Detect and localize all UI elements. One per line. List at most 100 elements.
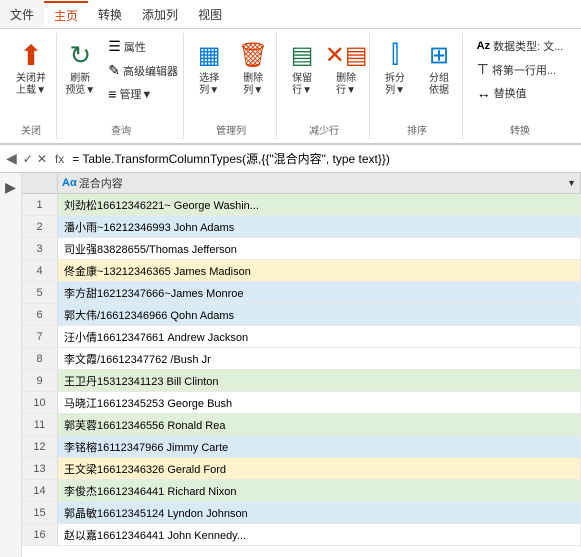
- cell-value[interactable]: 司业强83828655/Thomas Jefferson: [58, 238, 581, 259]
- cell-value[interactable]: 郭晶敏16612345124 Lyndon Johnson: [58, 502, 581, 523]
- tab-transform[interactable]: 转换: [88, 0, 132, 28]
- table-row[interactable]: 3 司业强83828655/Thomas Jefferson: [22, 238, 581, 260]
- ribbon-tab-bar: 文件 主页 转换 添加列 视图: [0, 0, 581, 29]
- row-number: 9: [22, 370, 58, 391]
- row-number: 16: [22, 524, 58, 545]
- table-row[interactable]: 7 汪小倩16612347661 Andrew Jackson: [22, 326, 581, 348]
- row-number: 1: [22, 194, 58, 215]
- table-row[interactable]: 4 佟金康~13212346365 James Madison: [22, 260, 581, 282]
- close-upload-button[interactable]: ⬆ 关闭并上载▼: [10, 35, 52, 101]
- main-area: ▶ Aα 混合内容 ▼ 1 刘劲松16612346221~ George Was…: [0, 173, 581, 557]
- delete-cols-button[interactable]: 🗑 删除列▼: [232, 35, 274, 101]
- table-row[interactable]: 15 郭晶敏16612345124 Lyndon Johnson: [22, 502, 581, 524]
- tab-file[interactable]: 文件: [0, 0, 44, 28]
- transform-label: 转换: [465, 120, 575, 137]
- cell-value[interactable]: 佟金康~13212346365 James Madison: [58, 260, 581, 281]
- row-number: 2: [22, 216, 58, 237]
- replace-icon: ↔: [477, 85, 491, 101]
- cell-value[interactable]: 刘劲松16612346221~ George Washin...: [58, 194, 581, 215]
- column-dropdown-icon[interactable]: ▼: [567, 178, 576, 188]
- transform-small-btns: Az 数据类型: 文... ⊤ 将第一行用... ↔ 替换值: [472, 35, 569, 120]
- row-number: 5: [22, 282, 58, 303]
- column-name: 混合内容: [79, 175, 123, 191]
- sort-label: 排序: [372, 120, 462, 137]
- close-upload-icon: ⬆: [15, 39, 47, 71]
- cell-value[interactable]: 李俊杰16612346441 Richard Nixon: [58, 480, 581, 501]
- keep-rows-button[interactable]: ▤ 保留行▼: [281, 35, 323, 101]
- row-number: 8: [22, 348, 58, 369]
- data-type-label: 数据类型: 文...: [493, 38, 563, 54]
- cell-value[interactable]: 李方甜16212347666~James Monroe: [58, 282, 581, 303]
- keep-rows-label: 保留行▼: [292, 73, 312, 97]
- properties-button[interactable]: ☰ 属性: [103, 35, 183, 58]
- table-row[interactable]: 8 李文霞/16612347762 /Bush Jr: [22, 348, 581, 370]
- manage-cols-label: 管理列: [186, 120, 276, 137]
- select-cols-label: 选择列▼: [199, 73, 219, 97]
- group-by-button[interactable]: ⊞ 分组依据: [418, 35, 460, 101]
- tab-view[interactable]: 视图: [188, 0, 232, 28]
- cell-value[interactable]: 马晓江16612345253 George Bush: [58, 392, 581, 413]
- advanced-editor-button[interactable]: ✎ 高级编辑器: [103, 59, 183, 82]
- formula-cancel-button[interactable]: ✕: [37, 152, 47, 166]
- ribbon-group-close: ⬆ 关闭并上载▼ 关闭: [6, 33, 57, 139]
- nav-expand-icon[interactable]: ▶: [3, 177, 18, 198]
- refresh-preview-button[interactable]: ↻ 刷新预览▼: [59, 35, 101, 101]
- row-number: 6: [22, 304, 58, 325]
- first-row-button[interactable]: ⊤ 将第一行用...: [472, 58, 569, 81]
- close-upload-label: 关闭并上载▼: [16, 73, 46, 97]
- formula-fx-label: fx: [51, 152, 68, 166]
- ribbon-group-manage-cols: ▦ 选择列▼ 🗑 删除列▼ 管理列: [186, 33, 277, 139]
- tab-add-column[interactable]: 添加列: [132, 0, 188, 28]
- row-number: 7: [22, 326, 58, 347]
- table-row[interactable]: 9 王卫丹15312341123 Bill Clinton: [22, 370, 581, 392]
- table-row[interactable]: 12 李铭榕16112347966 Jimmy Carte: [22, 436, 581, 458]
- cell-value[interactable]: 李文霞/16612347762 /Bush Jr: [58, 348, 581, 369]
- formula-check-button[interactable]: ✓: [23, 152, 33, 166]
- advanced-editor-icon: ✎: [108, 62, 120, 79]
- refresh-icon: ↻: [64, 39, 96, 71]
- select-cols-button[interactable]: ▦ 选择列▼: [188, 35, 230, 101]
- delete-rows-label: 删除行▼: [336, 73, 356, 97]
- table-row[interactable]: 13 王文梁16612346326 Gerald Ford: [22, 458, 581, 480]
- cell-value[interactable]: 王文梁16612346326 Gerald Ford: [58, 458, 581, 479]
- cell-value[interactable]: 李铭榕16112347966 Jimmy Carte: [58, 436, 581, 457]
- split-col-button[interactable]: ⫿ 拆分列▼: [374, 35, 416, 101]
- row-number: 4: [22, 260, 58, 281]
- query-small-btns: ☰ 属性 ✎ 高级编辑器 ≡ 管理▼: [103, 35, 183, 121]
- column-header-mixed[interactable]: Aα 混合内容 ▼: [58, 173, 581, 193]
- data-type-button[interactable]: Az 数据类型: 文...: [472, 35, 569, 57]
- cell-value[interactable]: 王卫丹15312341123 Bill Clinton: [58, 370, 581, 391]
- cell-value[interactable]: 潘小雨~16212346993 John Adams: [58, 216, 581, 237]
- table-row[interactable]: 11 郭芙蓉16612346556 Ronald Rea: [22, 414, 581, 436]
- row-number: 12: [22, 436, 58, 457]
- left-nav-panel: ▶: [0, 173, 22, 557]
- close-group-label: 关闭: [6, 120, 56, 137]
- nav-prev-icon[interactable]: ◀: [4, 150, 19, 167]
- cell-value[interactable]: 郭大伟/16612346966 Qohn Adams: [58, 304, 581, 325]
- cell-value[interactable]: 赵以嘉16612346441 John Kennedy...: [58, 524, 581, 545]
- cell-value[interactable]: 郭芙蓉16612346556 Ronald Rea: [58, 414, 581, 435]
- delete-rows-button[interactable]: ✕▤ 删除行▼: [325, 35, 367, 101]
- group-by-label: 分组依据: [429, 73, 449, 97]
- row-number: 14: [22, 480, 58, 501]
- ribbon-body: ⬆ 关闭并上载▼ 关闭 ↻ 刷新预览▼ ☰ 属性 ✎: [0, 29, 581, 144]
- row-number: 15: [22, 502, 58, 523]
- table-row[interactable]: 10 马晓江16612345253 George Bush: [22, 392, 581, 414]
- table-row[interactable]: 6 郭大伟/16612346966 Qohn Adams: [22, 304, 581, 326]
- cell-value[interactable]: 汪小倩16612347661 Andrew Jackson: [58, 326, 581, 347]
- manage-label: 管理▼: [119, 86, 152, 102]
- table-row[interactable]: 16 赵以嘉16612346441 John Kennedy...: [22, 524, 581, 546]
- table-row[interactable]: 2 潘小雨~16212346993 John Adams: [22, 216, 581, 238]
- query-group-label: 查询: [59, 120, 183, 137]
- replace-values-button[interactable]: ↔ 替换值: [472, 82, 569, 104]
- table-row[interactable]: 14 李俊杰16612346441 Richard Nixon: [22, 480, 581, 502]
- formula-bar: ◀ ✓ ✕ fx = Table.TransformColumnTypes(源,…: [0, 145, 581, 173]
- table-row[interactable]: 5 李方甜16212347666~James Monroe: [22, 282, 581, 304]
- table-row[interactable]: 1 刘劲松16612346221~ George Washin...: [22, 194, 581, 216]
- properties-label: 属性: [124, 39, 146, 55]
- keep-rows-icon: ▤: [286, 39, 318, 71]
- ribbon-group-transform: Az 数据类型: 文... ⊤ 将第一行用... ↔ 替换值 转换: [465, 33, 575, 139]
- tab-home[interactable]: 主页: [44, 1, 88, 28]
- row-number: 3: [22, 238, 58, 259]
- manage-button[interactable]: ≡ 管理▼: [103, 83, 183, 105]
